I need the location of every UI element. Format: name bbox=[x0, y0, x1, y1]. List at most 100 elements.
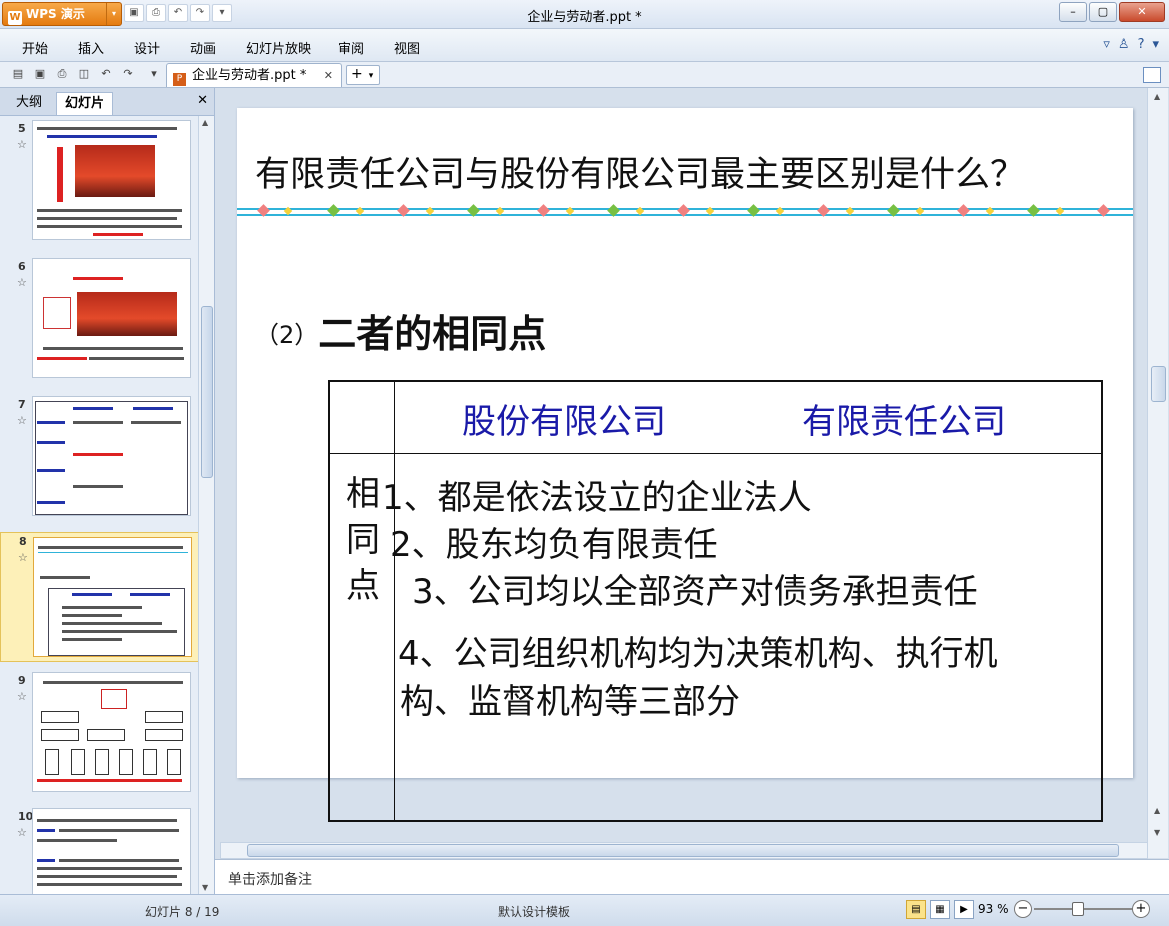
title-bar: W WPS 演示 ▾ ▣ ⎙ ↶ ↷ ▾ 企业与劳动者.ppt * – ▢ ✕ bbox=[0, 0, 1169, 29]
slide-number: 6 bbox=[18, 260, 26, 273]
menu-animation[interactable]: 动画 bbox=[190, 38, 216, 57]
help-dropdown-icon[interactable]: ▾ bbox=[1152, 37, 1159, 52]
similarity-point: 3、公司均以全部资产对债务承担责任 bbox=[412, 572, 978, 612]
menu-review[interactable]: 审阅 bbox=[338, 38, 364, 57]
decorative-divider bbox=[237, 204, 1133, 217]
help-icon[interactable]: ? bbox=[1138, 37, 1145, 52]
next-slide-icon[interactable]: ▼ bbox=[1154, 828, 1160, 837]
slide-preview bbox=[33, 537, 192, 657]
animation-star-icon: ☆ bbox=[17, 414, 27, 427]
document-tab-label: 企业与劳动者.ppt * bbox=[192, 68, 307, 83]
slideshow-icon[interactable]: ▶ bbox=[954, 900, 974, 919]
slide-preview bbox=[32, 258, 191, 378]
document-toolbar: ▤ ▣ ⎙ ◫ ↶ ↷ ▾ P 企业与劳动者.ppt * ✕ + ▾ bbox=[0, 62, 1169, 88]
menu-slideshow[interactable]: 幻灯片放映 bbox=[246, 38, 311, 57]
slide-preview bbox=[32, 396, 191, 516]
slide-preview bbox=[32, 120, 191, 240]
window-controls: – ▢ ✕ bbox=[1057, 2, 1165, 22]
zoom-slider-handle[interactable] bbox=[1072, 902, 1084, 916]
template-name[interactable]: 默认设计模板 bbox=[498, 903, 570, 920]
slide-thumbnail[interactable]: 10 ☆ bbox=[0, 808, 198, 894]
menu-design[interactable]: 设计 bbox=[134, 38, 160, 57]
previous-slide-icon[interactable]: ▲ bbox=[1154, 806, 1160, 815]
subtitle-text: 二者的相同点 bbox=[318, 312, 547, 356]
slide-sorter-icon[interactable]: ▦ bbox=[930, 900, 950, 919]
scroll-thumb[interactable] bbox=[201, 306, 213, 478]
side-label-char: 点 bbox=[346, 566, 380, 606]
table-header-joint-stock: 股份有限公司 bbox=[462, 402, 666, 442]
zoom-out-button[interactable]: − bbox=[1014, 900, 1032, 918]
view-switcher: ▤ ▦ ▶ bbox=[906, 900, 978, 919]
comparison-table[interactable]: 股份有限公司 有限责任公司 相 同 点 1、都是依法设立的企业法人 2、股东均负… bbox=[328, 380, 1103, 822]
slide-thumbnail[interactable]: 9 ☆ bbox=[0, 672, 198, 796]
menu-bar: 开始 插入 设计 动画 幻灯片放映 审阅 视图 ▿ ♙? ▾ bbox=[0, 29, 1169, 62]
redo-icon[interactable]: ↷ bbox=[120, 66, 136, 81]
new-tab-button[interactable]: + ▾ bbox=[346, 65, 380, 85]
document-tab[interactable]: P 企业与劳动者.ppt * ✕ bbox=[166, 63, 342, 87]
zoom-in-button[interactable]: + bbox=[1132, 900, 1150, 918]
editor-vertical-scrollbar[interactable]: ▲ ▲ ▼ bbox=[1147, 88, 1168, 858]
notes-pane[interactable]: 单击添加备注 bbox=[215, 859, 1169, 894]
slide-counter: 幻灯片 8 / 19 bbox=[145, 905, 220, 919]
slide-thumbnail-selected[interactable]: 8 ☆ bbox=[0, 532, 198, 662]
menu-insert[interactable]: 插入 bbox=[78, 38, 104, 57]
menu-view[interactable]: 视图 bbox=[394, 38, 420, 57]
tab-slides[interactable]: 幻灯片 bbox=[56, 92, 114, 115]
undo-icon[interactable]: ↶ bbox=[98, 66, 114, 81]
menu-home[interactable]: 开始 bbox=[22, 38, 48, 57]
collapse-icon[interactable]: ▿ bbox=[1103, 37, 1110, 52]
open-folder-icon[interactable]: ▤ bbox=[10, 66, 26, 81]
print-icon[interactable]: ⎙ bbox=[54, 66, 70, 81]
slide-preview bbox=[32, 808, 191, 894]
close-panel-icon[interactable]: ✕ bbox=[197, 93, 208, 108]
close-window-button[interactable]: ✕ bbox=[1119, 2, 1165, 22]
ppt-file-icon: P bbox=[173, 73, 186, 86]
slide-thumbnail[interactable]: 6 ☆ bbox=[0, 258, 198, 382]
close-tab-icon[interactable]: ✕ bbox=[324, 64, 333, 87]
side-label-char: 相 bbox=[346, 474, 380, 514]
chevron-down-icon[interactable]: ▾ bbox=[369, 71, 374, 81]
scroll-up-icon[interactable]: ▲ bbox=[202, 118, 208, 127]
toolbar-dropdown-icon[interactable]: ▾ bbox=[146, 66, 162, 81]
scroll-thumb[interactable] bbox=[1151, 366, 1166, 402]
zoom-slider-track[interactable] bbox=[1034, 908, 1134, 910]
animation-star-icon: ☆ bbox=[17, 138, 27, 151]
tab-outline[interactable]: 大纲 bbox=[8, 92, 50, 114]
slide-number: 7 bbox=[18, 398, 26, 411]
side-label-char: 同 bbox=[346, 520, 380, 560]
minimize-button[interactable]: – bbox=[1059, 2, 1087, 22]
slide-thumbnail[interactable]: 5 ☆ bbox=[0, 120, 198, 244]
menu-right-icons: ▿ ♙? ▾ bbox=[1095, 37, 1159, 52]
slide-thumbnail[interactable]: 7 ☆ bbox=[0, 396, 198, 520]
skin-icon[interactable]: ♙ bbox=[1118, 37, 1130, 52]
slide-subtitle[interactable]: （2）二者的相同点 bbox=[255, 303, 546, 358]
save-icon[interactable]: ▣ bbox=[32, 66, 48, 81]
animation-star-icon: ☆ bbox=[17, 690, 27, 703]
similarity-point: 4、公司组织机构均为决策机构、执行机 bbox=[398, 634, 998, 674]
slides-panel: 大纲 幻灯片 ✕ 5 ☆ 6 ☆ 7 ☆ 8 ☆ 9 ☆ 10 ☆ ▲ ▼ bbox=[0, 88, 215, 894]
animation-star-icon: ☆ bbox=[17, 826, 27, 839]
scroll-down-icon[interactable]: ▼ bbox=[202, 883, 208, 892]
slide-number: 5 bbox=[18, 122, 26, 135]
notes-placeholder: 单击添加备注 bbox=[228, 872, 312, 888]
slide-preview bbox=[32, 672, 191, 792]
plus-icon: + bbox=[351, 66, 363, 82]
panel-toggle-icon[interactable] bbox=[1143, 67, 1161, 83]
status-bar: 幻灯片 8 / 19 默认设计模板 ▤ ▦ ▶ 93 % − + bbox=[0, 894, 1169, 926]
animation-star-icon: ☆ bbox=[18, 551, 28, 564]
subtitle-number: （2） bbox=[255, 321, 319, 349]
slide-number: 9 bbox=[18, 674, 26, 687]
scroll-thumb[interactable] bbox=[247, 844, 1119, 857]
zoom-level[interactable]: 93 % bbox=[978, 902, 1009, 916]
slide-thumbnail-list: 5 ☆ 6 ☆ 7 ☆ 8 ☆ 9 ☆ 10 ☆ bbox=[0, 116, 198, 894]
scroll-up-icon[interactable]: ▲ bbox=[1154, 92, 1160, 101]
editor-horizontal-scrollbar[interactable] bbox=[220, 842, 1148, 859]
similarity-point: 2、股东均负有限责任 bbox=[390, 525, 718, 565]
slides-panel-scrollbar[interactable]: ▲ ▼ bbox=[198, 116, 214, 894]
slide-title[interactable]: 有限责任公司与股份有限公司最主要区别是什么？ bbox=[255, 146, 1025, 197]
normal-view-icon[interactable]: ▤ bbox=[906, 900, 926, 919]
maximize-button[interactable]: ▢ bbox=[1089, 2, 1117, 22]
table-header-limited-liability: 有限责任公司 bbox=[802, 402, 1006, 442]
print-preview-icon[interactable]: ◫ bbox=[76, 66, 92, 81]
slide-canvas[interactable]: 有限责任公司与股份有限公司最主要区别是什么？ （2）二者的相同点 股份有限公司 … bbox=[237, 108, 1133, 822]
